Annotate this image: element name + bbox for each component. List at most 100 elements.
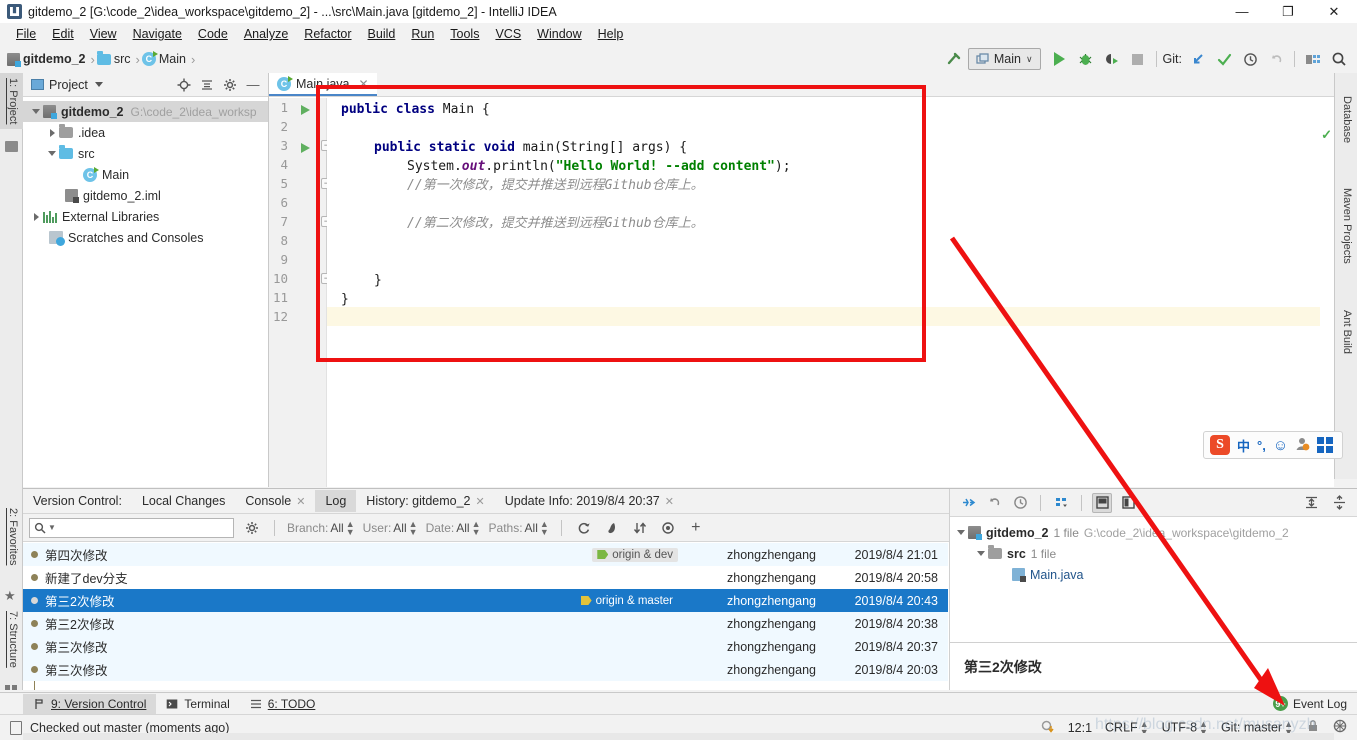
build-button[interactable] [942,48,966,70]
side-by-side-icon[interactable] [1118,493,1138,513]
close-icon[interactable]: ✕ [359,77,369,91]
tree-item-scratches[interactable]: Scratches and Consoles [23,227,268,248]
vcs-tab-update-info[interactable]: Update Info: 2019/8/4 20:37 ✕ [495,490,684,512]
close-icon[interactable]: ✕ [476,495,485,508]
sidebar-tab-database[interactable]: Database [1334,91,1357,148]
menu-file[interactable]: File [8,25,44,43]
search-text-field[interactable] [57,519,229,536]
menu-navigate[interactable]: Navigate [125,25,190,43]
maximize-button[interactable]: ❐ [1265,0,1311,23]
filter-user[interactable]: User: All ▲ ▼ [363,519,418,536]
filter-date[interactable]: Date: All ▲ ▼ [426,519,481,536]
ime-mode-icon[interactable]: 中 [1237,436,1250,455]
table-row[interactable]: 第三次修改 zhongzhengang 2019/8/4 20:03 [23,658,948,681]
sidebar-tab-structure[interactable]: 7: Structure [0,606,23,673]
tree-item-gitdemo_2[interactable]: gitdemo_2 G:\code_2\idea_worksp [23,101,268,122]
breadcrumb-gitdemo_2[interactable]: gitdemo_2 › [7,52,97,67]
ime-emoji-icon[interactable]: ☺ [1273,437,1288,454]
vcs-tab-history[interactable]: History: gitdemo_2 ✕ [356,490,494,512]
menu-edit[interactable]: Edit [44,25,82,43]
event-log-button[interactable]: 9+ Event Log [1272,696,1357,711]
update-project-button[interactable] [1186,48,1210,70]
bottom-tab-todo[interactable]: 6: TODO [240,694,326,714]
stop-button[interactable] [1126,48,1150,70]
table-row[interactable]: 新建了dev分支 zhongzhengang 2019/8/4 20:58 [23,566,948,589]
run-with-coverage-button[interactable] [1100,48,1124,70]
sidebar-tab-ant[interactable]: Ant Build [1334,305,1357,359]
refresh-icon[interactable] [574,518,594,538]
breadcrumb-src[interactable]: src › [96,50,142,67]
chevron-down-icon[interactable] [94,82,103,87]
tree-item-external-libraries[interactable]: External Libraries [23,206,268,227]
filter-paths[interactable]: Paths: All ▲ ▼ [489,519,549,536]
inspection-icon[interactable] [1333,719,1347,736]
chevron-down-icon[interactable]: ▼ [48,523,56,532]
tree-item-gitdemo_2[interactable]: gitdemo_2 1 file G:\code_2\idea_workspac… [950,522,1357,543]
editor-tab-main-java[interactable]: C Main.java ✕ [269,73,377,96]
sidebar-tab-project[interactable]: 1: Project [0,73,23,130]
editor-gutter[interactable]: 1 2 3 4 5 6 7 8 9 10 11 12 − − − − [269,98,332,487]
sidebar-tab-maven[interactable]: Maven Projects [1334,183,1357,269]
menu-vcs[interactable]: VCS [487,25,529,43]
menu-code[interactable]: Code [190,25,236,43]
code-editor[interactable]: 1 2 3 4 5 6 7 8 9 10 11 12 − − − − [269,98,1334,487]
preview-diff-icon[interactable] [1092,492,1112,513]
menu-build[interactable]: Build [360,25,404,43]
eye-icon[interactable] [658,518,678,538]
ime-toolbar[interactable]: S 中 °, ☺ [1203,431,1343,459]
menu-analyze[interactable]: Analyze [236,25,296,43]
close-button[interactable]: ✕ [1311,0,1357,23]
collapse-all-icon[interactable] [1329,493,1349,513]
expand-selection-icon[interactable] [958,493,978,513]
tree-item-iml[interactable]: gitdemo_2.iml [23,185,268,206]
search-input[interactable]: ▼ [29,517,234,538]
run-gutter-icon[interactable] [301,143,310,153]
minimize-button[interactable]: — [1219,0,1265,23]
toolbox-icon[interactable] [1317,437,1334,453]
tree-item-src[interactable]: src [23,143,268,164]
table-row[interactable]: 第四次修改 origin & dev zhongzhengang 2019/8/… [23,543,948,566]
menu-view[interactable]: View [82,25,125,43]
table-row[interactable]: 第三2次修改 origin & master zhongzhengang 201… [23,589,948,612]
debug-button[interactable] [1074,48,1098,70]
tree-item-main[interactable]: C Main [23,164,268,185]
menu-tools[interactable]: Tools [442,25,487,43]
sogou-logo-icon[interactable]: S [1210,435,1230,455]
table-row[interactable]: 第三2次修改 zhongzhengang 2019/8/4 20:38 [23,612,948,635]
history-icon[interactable] [1010,493,1030,513]
group-by-icon[interactable] [1051,493,1071,513]
expand-all-icon[interactable] [1301,493,1321,513]
code-text[interactable]: public class Main { public static void m… [327,98,1334,487]
horizontal-scrollbar[interactable] [23,733,1334,740]
gear-icon[interactable] [220,75,240,95]
menu-window[interactable]: Window [529,25,589,43]
vcs-tab-console[interactable]: Console ✕ [235,490,315,512]
gear-icon[interactable] [242,518,262,538]
tree-item-idea[interactable]: .idea [23,122,268,143]
twisty-right-icon[interactable] [45,128,59,137]
menu-run[interactable]: Run [403,25,442,43]
hide-icon[interactable]: — [243,75,263,95]
run-button[interactable] [1048,48,1072,70]
tree-item-src[interactable]: src 1 file [950,543,1357,564]
bottom-tab-version-control[interactable]: 9: Version Control [23,693,157,714]
close-icon[interactable]: ✕ [665,495,674,508]
search-everywhere-button[interactable] [1327,48,1351,70]
ime-punctuation-icon[interactable]: °, [1257,438,1266,453]
twisty-down-icon[interactable] [45,151,59,156]
twisty-down-icon[interactable] [974,551,988,556]
bottom-tab-terminal[interactable]: Terminal [156,694,239,714]
table-row[interactable]: 第三次修改 zhongzhengang 2019/8/4 20:37 [23,635,948,658]
run-configuration-selector[interactable]: Main ∨ [967,48,1041,70]
commit-list[interactable]: 第四次修改 origin & dev zhongzhengang 2019/8/… [23,543,948,690]
twisty-down-icon[interactable] [29,109,43,114]
inspection-status-icon[interactable]: ✓ [1321,127,1332,143]
ignore-icon[interactable] [602,518,622,538]
vcs-tab-log[interactable]: Log [315,490,357,512]
vcs-tab-local-changes[interactable]: Local Changes [132,490,235,512]
sort-icon[interactable] [630,518,650,538]
breadcrumb-main[interactable]: C Main › [141,51,197,67]
revert-icon[interactable] [984,493,1004,513]
user-icon[interactable] [1295,436,1310,454]
rollback-button[interactable] [1264,48,1288,70]
